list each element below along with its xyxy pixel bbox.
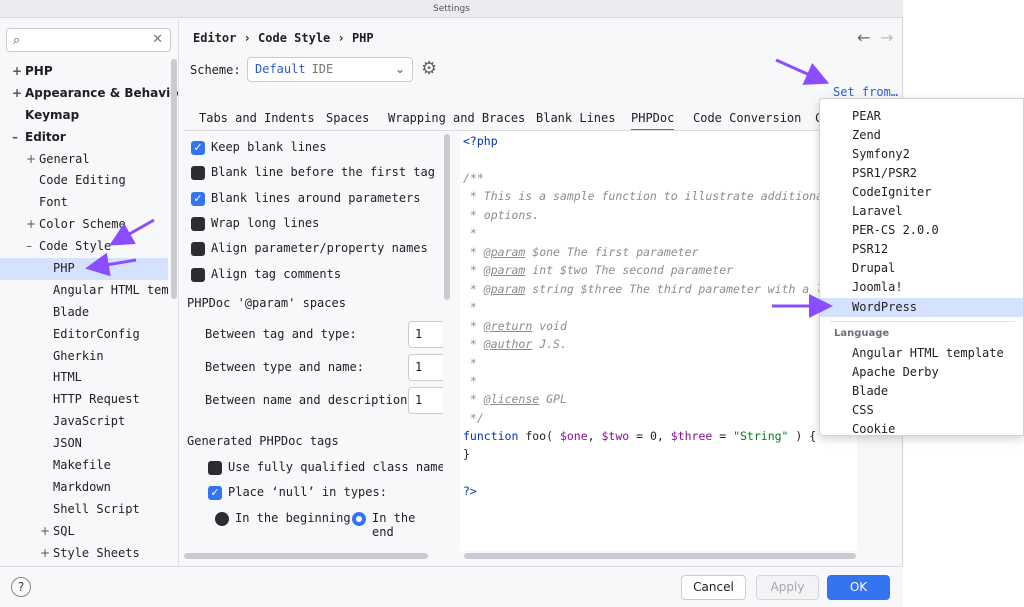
annotation-arrows xyxy=(85,58,833,318)
arrow-to-set-from xyxy=(775,58,830,85)
arrow-to-code-style xyxy=(109,218,155,246)
arrow-to-php xyxy=(85,252,137,277)
